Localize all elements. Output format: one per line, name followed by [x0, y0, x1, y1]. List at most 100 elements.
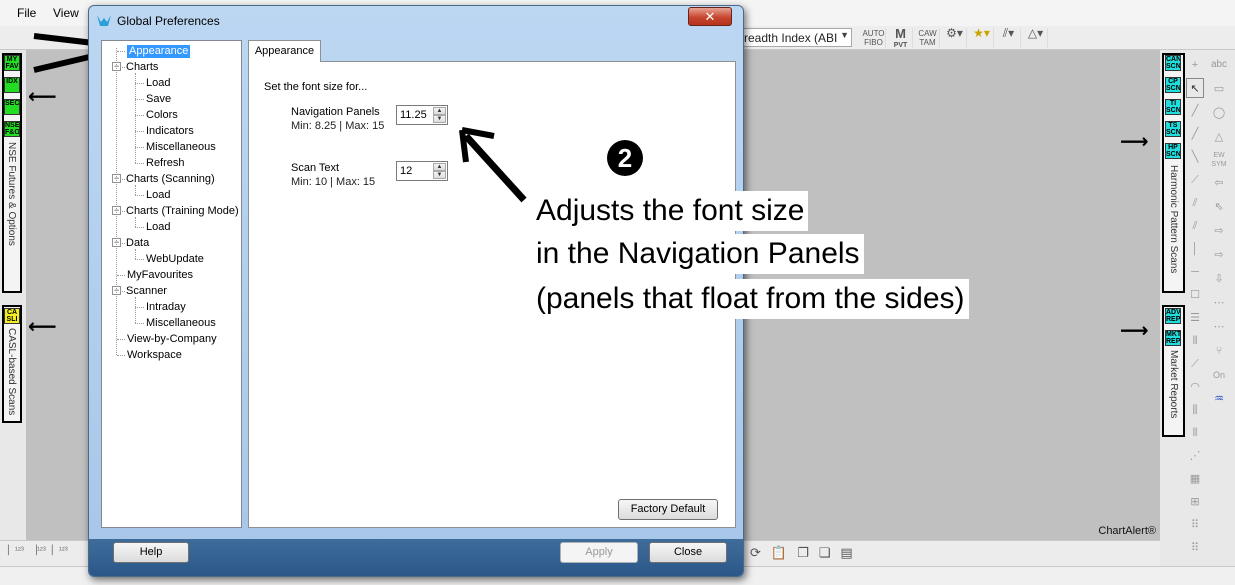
apply-button[interactable]: Apply — [560, 542, 638, 563]
tree-item[interactable]: Scanner — [126, 285, 167, 298]
nse-fo-button[interactable]: NSE F&O — [4, 121, 20, 137]
arrow-right-2-icon[interactable]: ⇨ — [1210, 245, 1228, 265]
indicator-settings-icon[interactable]: ⚙▾ — [943, 27, 967, 48]
triangle-icon[interactable]: △ — [1210, 127, 1228, 147]
cursor-r-icon[interactable]: ♒ — [1210, 389, 1228, 409]
arrow-left-up-icon[interactable]: ⇦ — [1210, 173, 1228, 193]
close-button[interactable]: Close — [649, 542, 727, 563]
menu-file[interactable]: File — [17, 6, 36, 20]
cycle-lines-icon[interactable]: ⦀ — [1186, 423, 1204, 443]
factory-default-button[interactable]: Factory Default — [618, 499, 718, 520]
indicator-combobox[interactable]: readth Index (ABI ▼ — [740, 28, 852, 47]
chart-type-icon[interactable]: ▏¹²³ — [8, 545, 24, 556]
rectangle-icon[interactable]: ▭ — [1210, 79, 1228, 99]
tree-item[interactable]: Refresh — [146, 157, 185, 170]
hp-scn-button[interactable]: HP SCN — [1165, 143, 1181, 159]
tree-item[interactable]: Miscellaneous — [146, 141, 216, 154]
tree-item[interactable]: Data — [126, 237, 149, 250]
ts-scn-button[interactable]: TS SCN — [1165, 121, 1181, 137]
adv-rep-button[interactable]: ADV REP — [1165, 308, 1181, 324]
caw-tam-tool-icon[interactable]: CAW TAM — [916, 28, 940, 48]
pointer-icon[interactable]: ↖ — [1186, 78, 1204, 98]
stepper-up-icon[interactable]: ▲ — [433, 107, 446, 115]
ti-scn-button[interactable]: TI SCN — [1165, 99, 1181, 115]
tree-item[interactable]: MyFavourites — [127, 269, 193, 282]
fan-lines-icon[interactable]: ⋰ — [1186, 446, 1204, 466]
chart-type-2-icon[interactable]: ▕¹²³ — [30, 545, 46, 556]
mkt-rep-button[interactable]: MKT REP — [1165, 330, 1181, 346]
horizontal-line-icon[interactable]: ─ — [1186, 262, 1204, 282]
casl-button[interactable]: CA SLI — [4, 308, 20, 324]
tree-item[interactable]: Load — [146, 77, 170, 90]
wave-label-icon[interactable]: ⋯ — [1210, 293, 1228, 313]
cp-scn-button[interactable]: CP SCN — [1165, 77, 1181, 93]
notes-icon[interactable]: 📋 — [771, 545, 787, 561]
tree-item[interactable]: Appearance — [127, 45, 191, 58]
can-scn-button[interactable]: CAN SCN — [1165, 55, 1181, 71]
ray-tool-icon[interactable]: ╱ — [1186, 124, 1204, 144]
grid-pattern-icon[interactable]: ▦ — [1186, 469, 1204, 489]
trend-tool-icon[interactable]: ⫽▾ — [997, 27, 1021, 48]
chart-type-3-icon[interactable]: ▏¹²³ — [52, 545, 68, 556]
arc-tool-icon[interactable]: ◠ — [1186, 377, 1204, 397]
tree-item[interactable]: Load — [146, 221, 170, 234]
sec-button[interactable]: SEC — [4, 99, 20, 115]
tree-item[interactable]: Load — [146, 189, 170, 202]
vertical-line-icon[interactable]: │ — [1186, 239, 1204, 259]
line-tool-icon[interactable]: ╱ — [1186, 101, 1204, 121]
wave-label-2-icon[interactable]: ⋯ — [1210, 317, 1228, 337]
dots-grid-2-icon[interactable]: ⠿ — [1186, 538, 1204, 558]
fib-retrace-icon[interactable]: ☰ — [1186, 308, 1204, 328]
tree-item[interactable]: Charts (Scanning) — [126, 173, 215, 186]
tab-appearance[interactable]: Appearance — [248, 40, 321, 62]
stepper-down-icon[interactable]: ▼ — [433, 171, 446, 179]
tree-item[interactable]: Save — [146, 93, 171, 106]
speed-lines-icon[interactable]: ⫼ — [1186, 400, 1204, 420]
menu-view[interactable]: View — [53, 6, 79, 20]
window-close-button[interactable]: ✕ — [688, 7, 732, 26]
dots-grid-icon[interactable]: ⠿ — [1186, 515, 1204, 535]
fork-icon[interactable]: ⑂ — [1210, 341, 1228, 361]
tree-item[interactable]: Miscellaneous — [146, 317, 216, 330]
tree-item[interactable]: Workspace — [127, 349, 182, 362]
tas-star-icon[interactable]: ★▾ — [970, 27, 994, 48]
help-button[interactable]: Help — [113, 542, 189, 563]
arrow-right-icon[interactable]: ⇨ — [1210, 221, 1228, 241]
pattern-tool-icon[interactable]: △▾ — [1024, 27, 1048, 48]
scan-text-font-stepper[interactable]: 12 ▲ ▼ — [396, 161, 448, 181]
ellipse-icon[interactable]: ◯ — [1210, 103, 1228, 123]
sl-line-2-icon[interactable]: ⟋ — [1186, 170, 1204, 190]
my-fav-button[interactable]: MY FAV — [4, 55, 20, 71]
copy-icon[interactable]: ❐ — [797, 545, 809, 561]
crosshair-icon[interactable]: + — [1186, 55, 1204, 75]
tree-item[interactable]: Indicators — [146, 125, 194, 138]
sl-line-icon[interactable]: ╲ — [1186, 147, 1204, 167]
text-tool-icon[interactable]: abc — [1210, 55, 1228, 75]
stepper-down-icon[interactable]: ▼ — [433, 115, 446, 123]
tree-item[interactable]: Colors — [146, 109, 178, 122]
arrow-up-left-icon[interactable]: ⇖ — [1210, 197, 1228, 217]
ew-sym-icon[interactable]: EW SYM — [1210, 151, 1228, 169]
tree-item[interactable]: Charts (Training Mode) — [126, 205, 239, 218]
box-tool-icon[interactable]: ☐ — [1186, 285, 1204, 305]
paste-icon[interactable]: ❏ — [819, 545, 831, 561]
channel-tool-icon[interactable]: ⫽ — [1186, 193, 1204, 213]
arrow-down-icon[interactable]: ⇩ — [1210, 269, 1228, 289]
pivot-tool-icon[interactable]: M PVT — [889, 27, 913, 49]
tree-item[interactable]: Intraday — [146, 301, 186, 314]
tree-item[interactable]: WebUpdate — [146, 253, 204, 266]
nav-panels-font-stepper[interactable]: 11.25 ▲ ▼ — [396, 105, 448, 125]
auto-fibo-tool-icon[interactable]: AUTO FIBO — [862, 28, 886, 48]
refresh-icon[interactable]: ⟳ — [750, 545, 761, 561]
stepper-up-icon[interactable]: ▲ — [433, 163, 446, 171]
tree-item[interactable]: View-by-Company — [127, 333, 217, 346]
grid-icon[interactable]: ⊞ — [1186, 492, 1204, 512]
scan-text-label: Scan Text — [291, 162, 340, 174]
tree-item[interactable]: Charts — [126, 61, 158, 74]
fib-time-icon[interactable]: ⦀ — [1186, 331, 1204, 351]
settings-sheet-icon[interactable]: ▤ — [840, 545, 852, 561]
sl-channel-icon[interactable]: ⫽ — [1186, 216, 1204, 236]
gann-fan-icon[interactable]: ⟋ — [1186, 354, 1204, 374]
idx-button[interactable]: IDX — [4, 77, 20, 93]
on-toggle-icon[interactable]: On — [1210, 365, 1228, 385]
